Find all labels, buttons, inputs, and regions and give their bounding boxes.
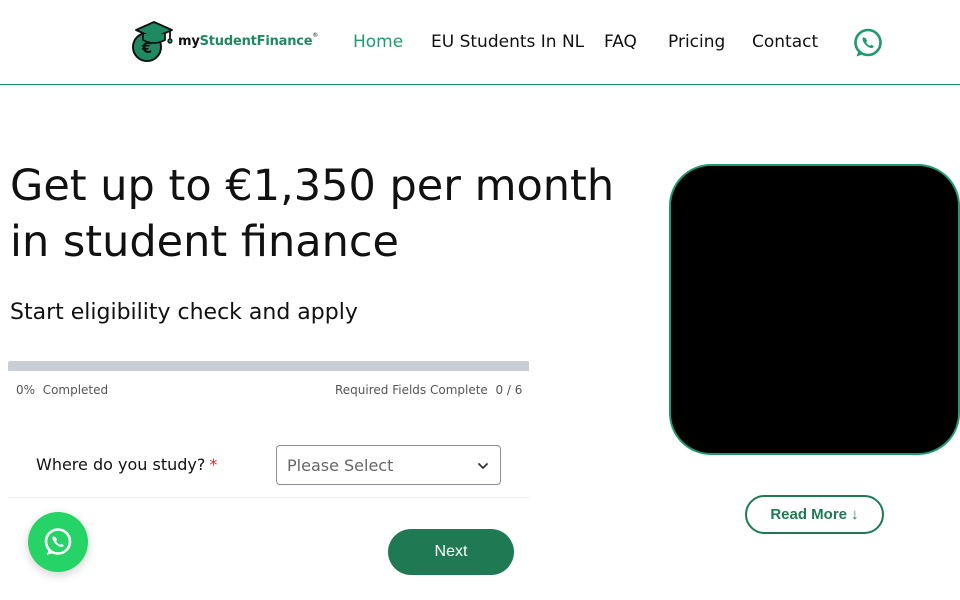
hero-subtitle: Start eligibility check and apply bbox=[10, 300, 358, 325]
chevron-down-icon bbox=[478, 463, 488, 469]
arrow-down-icon: ↓ bbox=[851, 506, 859, 523]
whatsapp-icon bbox=[44, 528, 72, 555]
site-header: € myStudentFinance® Home EU Students In … bbox=[0, 0, 960, 85]
progress-completed-label: Completed bbox=[42, 383, 109, 397]
progress-required-count: 0 / 6 bbox=[495, 383, 523, 397]
logo-text-prefix: my bbox=[178, 34, 200, 49]
read-more-button[interactable]: Read More ↓ bbox=[745, 495, 884, 534]
progress-percent: 0% bbox=[16, 383, 36, 397]
study-location-label-text: Where do you study? bbox=[36, 455, 206, 474]
required-mark: * bbox=[209, 455, 218, 474]
nav-home[interactable]: Home bbox=[353, 31, 403, 55]
graduation-cap-euro-icon: € bbox=[132, 21, 173, 62]
progress-bar bbox=[8, 361, 529, 371]
whatsapp-chat-button[interactable] bbox=[28, 512, 88, 572]
logo-text-main: StudentFinance bbox=[199, 34, 313, 49]
nav-faq[interactable]: FAQ bbox=[604, 31, 637, 55]
progress-required-label: Required Fields Complete bbox=[335, 383, 488, 397]
study-location-select[interactable]: Please Select bbox=[276, 445, 501, 485]
logo-trademark: ® bbox=[312, 32, 319, 39]
read-more-label: Read More bbox=[770, 506, 847, 523]
form-divider bbox=[8, 497, 529, 498]
whatsapp-icon[interactable] bbox=[852, 27, 884, 59]
nav-pricing[interactable]: Pricing bbox=[668, 31, 725, 55]
site-logo[interactable]: € myStudentFinance® bbox=[131, 20, 331, 65]
logo-text: myStudentFinance® bbox=[178, 32, 319, 49]
study-location-label: Where do you study? * bbox=[36, 455, 217, 474]
nav-contact[interactable]: Contact bbox=[752, 31, 818, 55]
progress-required: Required Fields Complete 0 / 6 bbox=[335, 383, 522, 397]
next-button[interactable]: Next bbox=[388, 529, 514, 575]
hero-title: Get up to €1,350 per month in student fi… bbox=[10, 161, 615, 267]
video-player[interactable] bbox=[669, 164, 960, 455]
nav-eu-students[interactable]: EU Students In NL bbox=[431, 31, 584, 55]
progress-completed: 0% Completed bbox=[16, 383, 108, 397]
study-location-placeholder: Please Select bbox=[287, 456, 394, 475]
